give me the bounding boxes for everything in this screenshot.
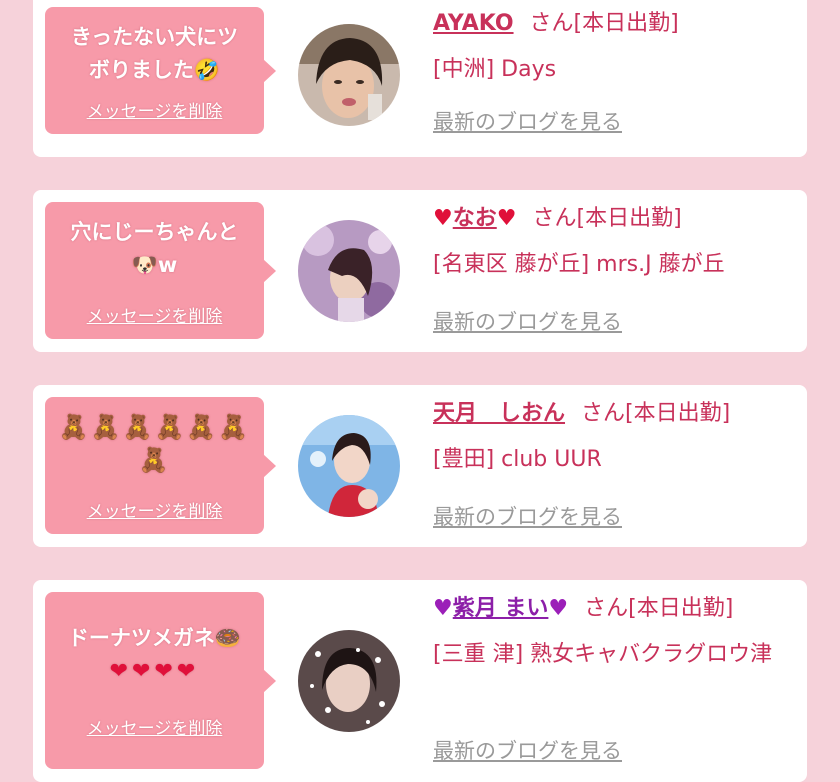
message-text: ドーナツメガネ🍩 ❤❤❤❤ xyxy=(45,592,264,688)
delete-message-link[interactable]: メッセージを削除 xyxy=(45,497,264,522)
message-text: 🧸🧸🧸🧸🧸🧸 🧸 xyxy=(58,413,251,474)
heart-icon: ❤❤❤❤ xyxy=(109,659,200,684)
heart-icon: ♥ xyxy=(433,206,453,231)
avatar[interactable] xyxy=(298,630,400,732)
latest-blog-link[interactable]: 最新のブログを見る xyxy=(433,306,622,336)
message-card: 穴にじーちゃんと 🐶w メッセージを削除 ♥なお♥ さん[本日出勤] [名東区 藤… xyxy=(33,190,807,352)
cast-name-link[interactable]: AYAKO xyxy=(433,11,514,36)
message-bubble: 🧸🧸🧸🧸🧸🧸 🧸 メッセージを削除 xyxy=(45,397,276,534)
avatar[interactable] xyxy=(298,24,400,126)
avatar[interactable] xyxy=(298,220,400,322)
cast-info: ♥紫月 まい♥ さん[本日出勤] [三重 津] 熟女キャバクラグロウ津 最新のブロ… xyxy=(433,593,797,763)
message-text: きったない犬にツ ボりました🤣 xyxy=(70,25,239,82)
message-card: 🧸🧸🧸🧸🧸🧸 🧸 メッセージを削除 天月 しおん さん[本日出勤] [豊田] cl… xyxy=(33,385,807,547)
heart-icon: ♥ xyxy=(548,596,569,621)
honorific-status: さん[本日出勤] xyxy=(532,206,682,231)
shop-name: [豊田] club UUR xyxy=(433,447,602,472)
name-line: ♥紫月 まい♥ さん[本日出勤] xyxy=(433,593,797,625)
delete-message-link[interactable]: メッセージを削除 xyxy=(45,302,264,327)
latest-blog-link[interactable]: 最新のブログを見る xyxy=(433,501,622,531)
honorific-status: さん[本日出勤] xyxy=(581,401,731,426)
cast-info: ♥なお♥ さん[本日出勤] [名東区 藤が丘] mrs.J 藤が丘 最新のブログを… xyxy=(433,203,797,334)
delete-message-link[interactable]: メッセージを削除 xyxy=(45,714,264,739)
message-bubble: ドーナツメガネ🍩 ❤❤❤❤ メッセージを削除 xyxy=(45,592,276,769)
cast-name-link[interactable]: ♥紫月 まい♥ xyxy=(433,596,568,621)
message-bubble: 穴にじーちゃんと 🐶w メッセージを削除 xyxy=(45,202,276,339)
name-line: ♥なお♥ さん[本日出勤] xyxy=(433,203,797,235)
shop-name: [三重 津] 熟女キャバクラグロウ津 xyxy=(433,642,773,667)
heart-icon: ♥ xyxy=(433,596,453,621)
message-card: ドーナツメガネ🍩 ❤❤❤❤ メッセージを削除 ♥紫月 まい♥ さん[本日出勤] [… xyxy=(33,580,807,782)
honorific-status: さん[本日出勤] xyxy=(529,11,679,36)
cast-name-link[interactable]: 天月 しおん xyxy=(433,401,565,426)
cast-info: 天月 しおん さん[本日出勤] [豊田] club UUR 最新のブログを見る xyxy=(433,398,797,529)
delete-message-link[interactable]: メッセージを削除 xyxy=(45,97,264,122)
message-bubble: きったない犬にツ ボりました🤣 メッセージを削除 xyxy=(45,7,276,134)
shop-name: [中洲] Days xyxy=(433,57,557,82)
message-text: 穴にじーちゃんと 🐶w xyxy=(70,220,239,277)
heart-icon: ♥ xyxy=(496,206,517,231)
name-line: 天月 しおん さん[本日出勤] xyxy=(433,398,797,430)
latest-blog-link[interactable]: 最新のブログを見る xyxy=(433,106,622,136)
message-card: きったない犬にツ ボりました🤣 メッセージを削除 AYAKO さん[本日出勤] [… xyxy=(33,0,807,157)
latest-blog-link[interactable]: 最新のブログを見る xyxy=(433,735,622,765)
honorific-status: さん[本日出勤] xyxy=(584,596,734,621)
cast-name-link[interactable]: ♥なお♥ xyxy=(433,206,516,231)
name-line: AYAKO さん[本日出勤] xyxy=(433,8,797,40)
shop-name: [名東区 藤が丘] mrs.J 藤が丘 xyxy=(433,252,725,277)
cast-info: AYAKO さん[本日出勤] [中洲] Days 最新のブログを見る xyxy=(433,8,797,134)
avatar[interactable] xyxy=(298,415,400,517)
